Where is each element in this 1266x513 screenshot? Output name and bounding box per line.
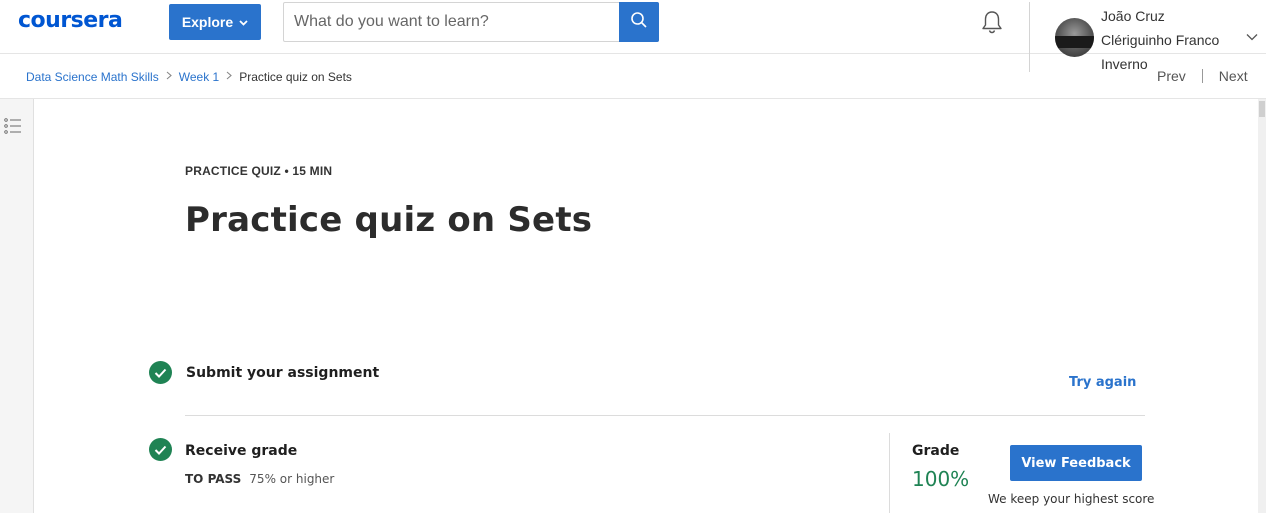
notifications-button[interactable]: [978, 10, 1006, 38]
scrollbar[interactable]: [1258, 99, 1266, 513]
page-title: Practice quiz on Sets: [185, 200, 593, 240]
breadcrumb-course[interactable]: Data Science Math Skills: [26, 70, 159, 84]
chevron-right-icon: [226, 71, 233, 83]
avatar[interactable]: [1055, 18, 1094, 57]
chevron-down-icon: [239, 18, 248, 29]
grade-divider: [889, 433, 890, 513]
highest-score-note: We keep your highest score: [988, 492, 1155, 506]
explore-label: Explore: [181, 14, 234, 30]
to-pass-value: 75% or higher: [249, 472, 335, 486]
search-input[interactable]: [284, 3, 620, 41]
bell-icon: [980, 9, 1004, 40]
list-icon[interactable]: [4, 117, 22, 135]
breadcrumb-bar: Data Science Math Skills Week 1 Practice…: [0, 54, 1266, 99]
check-icon: [149, 438, 172, 461]
chevron-down-icon[interactable]: [1245, 30, 1259, 44]
grade-value: 100%: [912, 467, 970, 491]
nav-divider: [1201, 69, 1203, 83]
breadcrumb: Data Science Math Skills Week 1 Practice…: [26, 70, 352, 84]
search-icon: [630, 11, 648, 34]
side-rail: [0, 99, 34, 513]
step-grade-title: Receive grade: [185, 443, 298, 459]
search-button[interactable]: [619, 2, 659, 42]
to-pass-label: TO PASS: [185, 472, 242, 486]
pass-requirement: TO PASS 75% or higher: [185, 472, 334, 486]
breadcrumb-week[interactable]: Week 1: [179, 70, 219, 84]
try-again-link[interactable]: Try again: [1069, 375, 1136, 390]
chevron-right-icon: [166, 71, 172, 83]
check-icon: [149, 361, 172, 384]
quiz-meta: PRACTICE QUIZ • 15 MIN: [185, 164, 333, 178]
prev-link[interactable]: Prev: [1157, 68, 1186, 84]
section-divider: [185, 415, 1145, 416]
coursera-logo[interactable]: coursera: [18, 8, 123, 33]
prev-next-nav: Prev Next: [1157, 68, 1248, 84]
view-feedback-button[interactable]: View Feedback: [1010, 445, 1142, 481]
search-bar: [283, 2, 659, 42]
breadcrumb-current: Practice quiz on Sets: [239, 70, 352, 84]
next-link[interactable]: Next: [1219, 68, 1248, 84]
grade-label: Grade: [912, 443, 960, 459]
explore-button[interactable]: Explore: [169, 4, 261, 40]
step-submit-title: Submit your assignment: [186, 365, 380, 381]
scrollbar-thumb[interactable]: [1259, 101, 1265, 117]
